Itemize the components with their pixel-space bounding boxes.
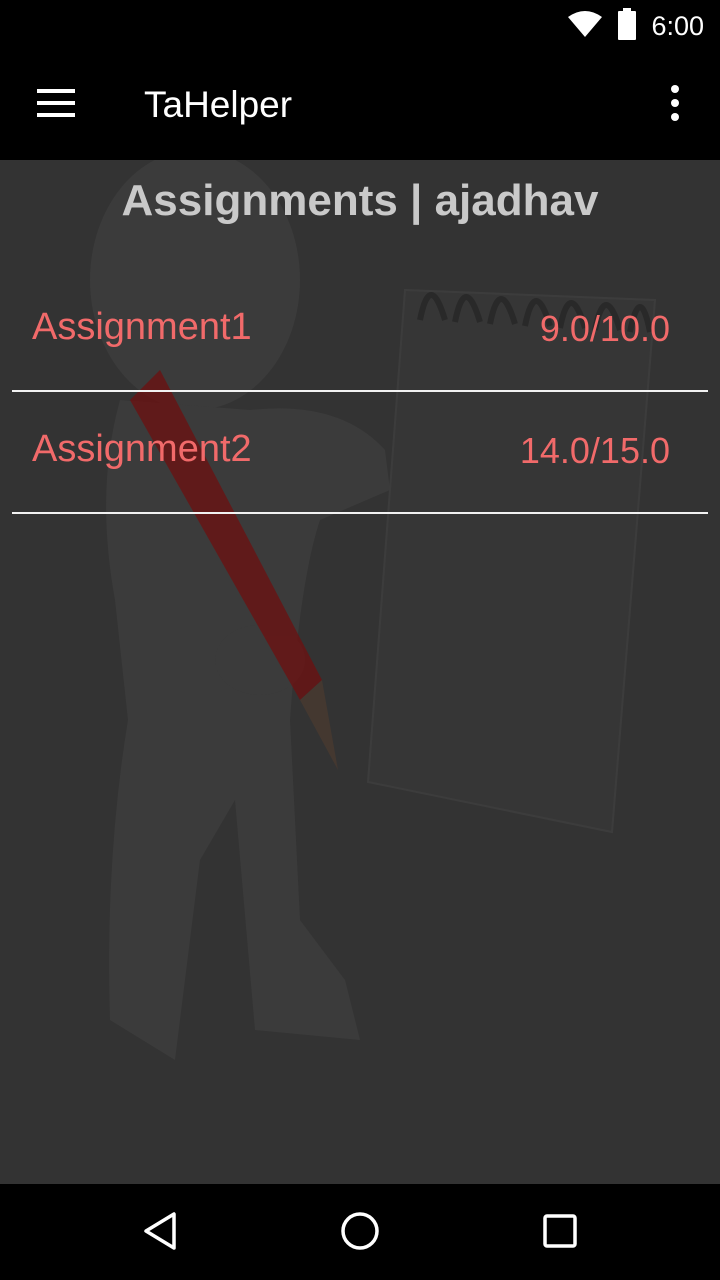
assignment-row[interactable]: Assignment2 14.0/15.0	[12, 392, 708, 514]
assignment-score: 14.0/15.0	[519, 430, 670, 471]
more-vert-icon	[670, 85, 680, 125]
wifi-icon	[567, 10, 603, 42]
status-time: 6:00	[651, 10, 704, 41]
app-bar: TaHelper	[0, 50, 720, 160]
main-content: Assignments | ajadhav Assignment1 9.0/10…	[0, 160, 720, 1184]
home-button[interactable]	[335, 1208, 385, 1258]
hamburger-menu-icon	[37, 89, 75, 121]
assignment-score: 9.0/10.0	[539, 308, 670, 349]
status-icons: 6:00	[567, 6, 704, 46]
assignment-row[interactable]: Assignment1 9.0/10.0	[12, 270, 708, 392]
assignment-list: Assignment1 9.0/10.0 Assignment2 14.0/15…	[12, 270, 708, 514]
status-bar: 6:00	[0, 0, 720, 50]
navigation-drawer-button[interactable]	[26, 80, 86, 130]
recents-button[interactable]	[535, 1208, 585, 1258]
recents-icon	[542, 1213, 578, 1253]
system-navigation-bar	[0, 1184, 720, 1280]
home-icon	[340, 1211, 380, 1255]
overflow-menu-button[interactable]	[650, 80, 700, 130]
page-heading: Assignments | ajadhav	[121, 176, 599, 225]
assignment-name: Assignment1	[32, 306, 252, 348]
back-button[interactable]	[135, 1208, 185, 1258]
app-screen: 6:00 TaHelper Assignments | ajadhav Assi…	[0, 0, 720, 1280]
battery-icon	[617, 8, 637, 44]
back-icon	[142, 1211, 178, 1255]
assignment-name: Assignment2	[32, 428, 252, 470]
app-title: TaHelper	[144, 84, 293, 125]
